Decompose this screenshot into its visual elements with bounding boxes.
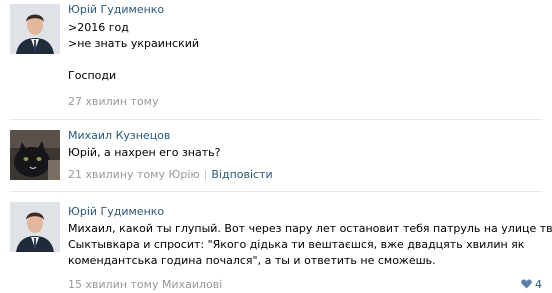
author-name[interactable]: Юрій Гудименко [68,3,164,16]
comment-line: >не знать украинский [68,37,200,50]
like-button[interactable]: 4 [521,278,542,292]
comment-line: >2016 год [68,21,129,34]
comment-item: Юрій Гудименко >2016 год >не знать украи… [0,0,552,118]
comment-line: Михаил, какой ты глупый. Вот через пару … [68,222,552,235]
meta-separator: | [203,168,208,181]
comment-text: Михаил, какой ты глупый. Вот через пару … [68,221,552,269]
comment-text: Юрій, а нахрен его знать? [68,145,538,161]
comment-text: >2016 год >не знать украинский Господи [68,20,538,84]
comment-line [68,52,538,68]
avatar[interactable] [10,4,60,54]
divider [10,191,542,192]
avatar[interactable] [10,130,60,180]
comment-timestamp[interactable]: 21 хвилину тому Юрію [68,168,200,181]
comment-timestamp[interactable]: 15 хвилин тому Михаилові [68,278,222,291]
comment-meta: 21 хвилину тому Юрію | Відповісти [68,168,273,181]
comment-line: Господи [68,69,117,82]
comment-line: Сыктывкара и спросит: "Якого дідька ти в… [68,238,525,251]
author-name[interactable]: Юрій Гудименко [68,205,164,218]
author-name[interactable]: Михаил Кузнецов [68,129,170,142]
comment-timestamp[interactable]: 27 хвилин тому [68,95,158,108]
comment-line: комендантська година почался", а ты и от… [68,254,436,267]
like-count: 4 [535,278,542,291]
comment-item: Михаил Кузнецов Юрій, а нахрен его знать… [0,124,552,188]
comment-line: Юрій, а нахрен его знать? [68,146,221,159]
divider [10,119,542,120]
avatar[interactable] [10,202,60,252]
heart-icon [521,279,532,292]
reply-link[interactable]: Відповісти [211,168,272,181]
comment-item: Юрій Гудименко Михаил, какой ты глупый. … [0,196,552,293]
